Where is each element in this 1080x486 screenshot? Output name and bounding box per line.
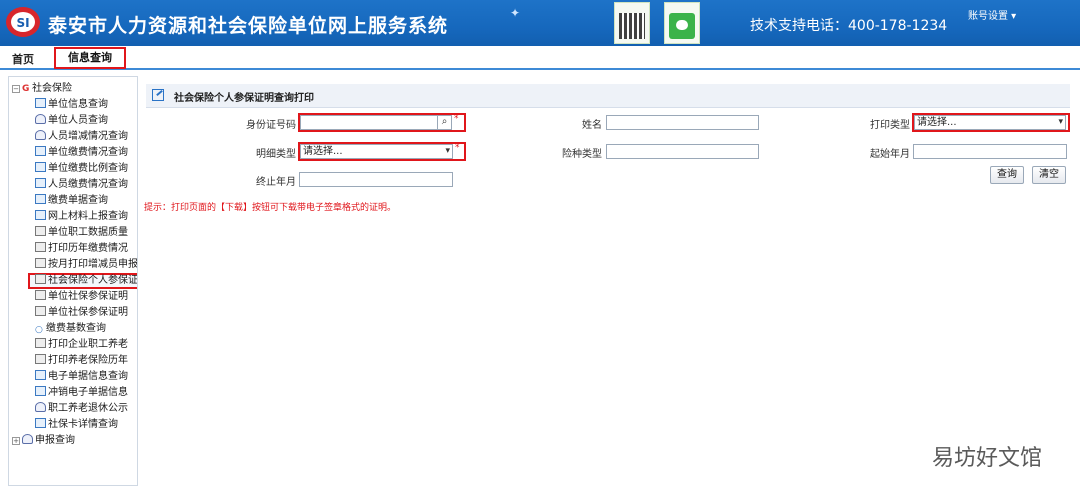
wechat-qr-image — [664, 2, 700, 44]
svg-text:SI: SI — [16, 16, 29, 30]
print-icon — [35, 274, 46, 284]
nav-home[interactable]: 首页 — [12, 51, 34, 67]
sidebar-item[interactable]: 网上材料上报查询 — [35, 209, 128, 225]
sidebar-item[interactable]: 单位缴费情况查询 — [35, 145, 128, 161]
person-icon — [35, 130, 46, 140]
tip-text: 提示：打印页面的【下载】按钮可下载带电子签章格式的证明。 — [144, 203, 397, 213]
sidebar-item[interactable]: 单位社保参保证明 — [35, 305, 128, 321]
print-type-highlight — [912, 113, 1070, 132]
print-icon — [35, 290, 46, 300]
end-month-input[interactable] — [299, 172, 453, 187]
person-icon — [35, 402, 46, 412]
panel-header: 社会保险个人参保证明查询打印 — [146, 84, 1070, 108]
collapse-icon[interactable]: − — [12, 85, 20, 93]
panel-title: 社会保险个人参保证明查询打印 — [174, 93, 314, 104]
sidebar-item[interactable]: 社保卡详情查询 — [35, 417, 118, 433]
sidebar-item[interactable]: 单位信息查询 — [35, 97, 108, 113]
tree-root-social-insurance[interactable]: − G 社会保险 — [12, 81, 72, 97]
app-header: SI 泰安市人力资源和社会保险单位网上服务系统 ✦ 技术支持电话：400-178… — [0, 0, 1080, 46]
idcard-label: 身份证号码 — [246, 120, 296, 131]
main-panel: 社会保险个人参保证明查询打印 身份证号码 ⌕ * 姓名 打印类型 请选择... … — [140, 76, 1080, 486]
sidebar-item[interactable]: 打印企业职工养老 — [35, 337, 128, 353]
nav-info-query[interactable]: 信息查询 — [54, 47, 126, 69]
name-label: 姓名 — [582, 120, 602, 131]
query-button[interactable]: 查询 — [990, 166, 1024, 184]
qr-code-image — [614, 2, 650, 44]
detail-type-highlight — [298, 142, 466, 161]
clear-button[interactable]: 清空 — [1032, 166, 1066, 184]
insurance-type-input[interactable] — [606, 144, 759, 159]
detail-type-label: 明细类型 — [256, 149, 296, 160]
print-icon — [35, 354, 46, 364]
grid-icon — [35, 418, 46, 428]
print-icon — [35, 258, 46, 268]
sidebar-item[interactable]: 职工养老退休公示 — [35, 401, 128, 417]
print-type-label: 打印类型 — [870, 120, 910, 131]
logo-icon: SI — [6, 7, 40, 37]
table-icon — [35, 194, 46, 204]
support-phone: 技术支持电话：400-178-1234 — [750, 18, 948, 34]
edit-icon — [152, 89, 164, 101]
sidebar-item-active[interactable]: 社会保险个人参保证 — [35, 273, 137, 289]
sidebar-item[interactable]: 单位社保参保证明 — [35, 289, 128, 305]
sidebar-item[interactable]: 单位缴费比例查询 — [35, 161, 128, 177]
sidebar-item[interactable]: 人员增减情况查询 — [35, 129, 128, 145]
end-month-label: 终止年月 — [256, 177, 296, 188]
print-icon — [35, 338, 46, 348]
table-icon — [35, 162, 46, 172]
sidebar-item[interactable]: 按月打印增减员申报 — [35, 257, 137, 273]
print-icon — [35, 242, 46, 252]
sidebar-item[interactable]: 单位职工数据质量 — [35, 225, 128, 241]
tree-root-declaration-query[interactable]: + 申报查询 — [12, 433, 75, 449]
sidebar-item[interactable]: 打印养老保险历年 — [35, 353, 128, 369]
start-month-label: 起始年月 — [870, 149, 910, 160]
watermark-text: 易坊好文馆 — [932, 446, 1043, 471]
person-icon — [35, 114, 46, 124]
insurance-type-label: 险种类型 — [562, 149, 602, 160]
print-icon — [35, 226, 46, 236]
grid-icon — [35, 210, 46, 220]
name-input[interactable] — [606, 115, 759, 130]
person-icon — [22, 434, 33, 444]
sidebar-item[interactable]: 缴费单据查询 — [35, 193, 108, 209]
table-icon — [35, 370, 46, 380]
start-month-input[interactable] — [913, 144, 1067, 159]
sidebar-item[interactable]: 单位人员查询 — [35, 113, 108, 129]
system-title: 泰安市人力资源和社会保险单位网上服务系统 — [48, 15, 449, 37]
sidebar-item[interactable]: 冲销电子单据信息 — [35, 385, 128, 401]
sidebar-tree: − G 社会保险 单位信息查询 单位人员查询 人员增减情况查询 单位缴费情况查询 单… — [8, 76, 138, 486]
sparkle-icon: ✦ — [510, 6, 521, 20]
sidebar-item[interactable]: 人员缴费情况查询 — [35, 177, 128, 193]
idcard-highlight — [298, 113, 466, 132]
table-icon — [35, 146, 46, 156]
search-icon — [35, 322, 44, 332]
account-settings-menu[interactable]: 账号设置 ▾ — [968, 7, 1016, 22]
sidebar-item[interactable]: 电子单据信息查询 — [35, 369, 128, 385]
table-icon — [35, 386, 46, 396]
print-icon — [35, 306, 46, 316]
sidebar-item[interactable]: 缴费基数查询 — [35, 321, 106, 337]
expand-icon[interactable]: + — [12, 437, 20, 445]
folder-icon: G — [22, 84, 30, 94]
sidebar-item[interactable]: 打印历年缴费情况 — [35, 241, 128, 257]
grid-icon — [35, 98, 46, 108]
document-icon — [35, 178, 46, 188]
top-nav: 首页 信息查询 — [0, 46, 1080, 70]
